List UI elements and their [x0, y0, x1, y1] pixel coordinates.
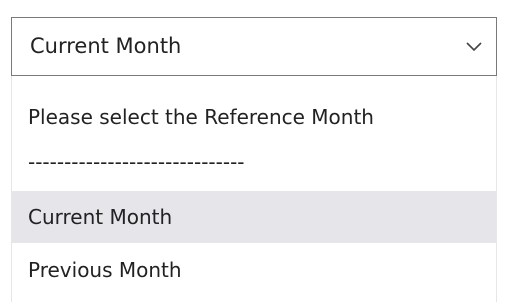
chevron-down-icon[interactable]: [462, 34, 486, 58]
option-current-month[interactable]: Current Month: [12, 191, 496, 243]
dropdown-list: Please select the Reference Month ------…: [11, 76, 497, 302]
option-separator[interactable]: ------------------------------: [12, 136, 496, 188]
option-previous-month[interactable]: Previous Month: [12, 244, 496, 296]
select-value: Current Month: [30, 34, 182, 58]
reference-month-select[interactable]: Current Month: [11, 17, 497, 76]
